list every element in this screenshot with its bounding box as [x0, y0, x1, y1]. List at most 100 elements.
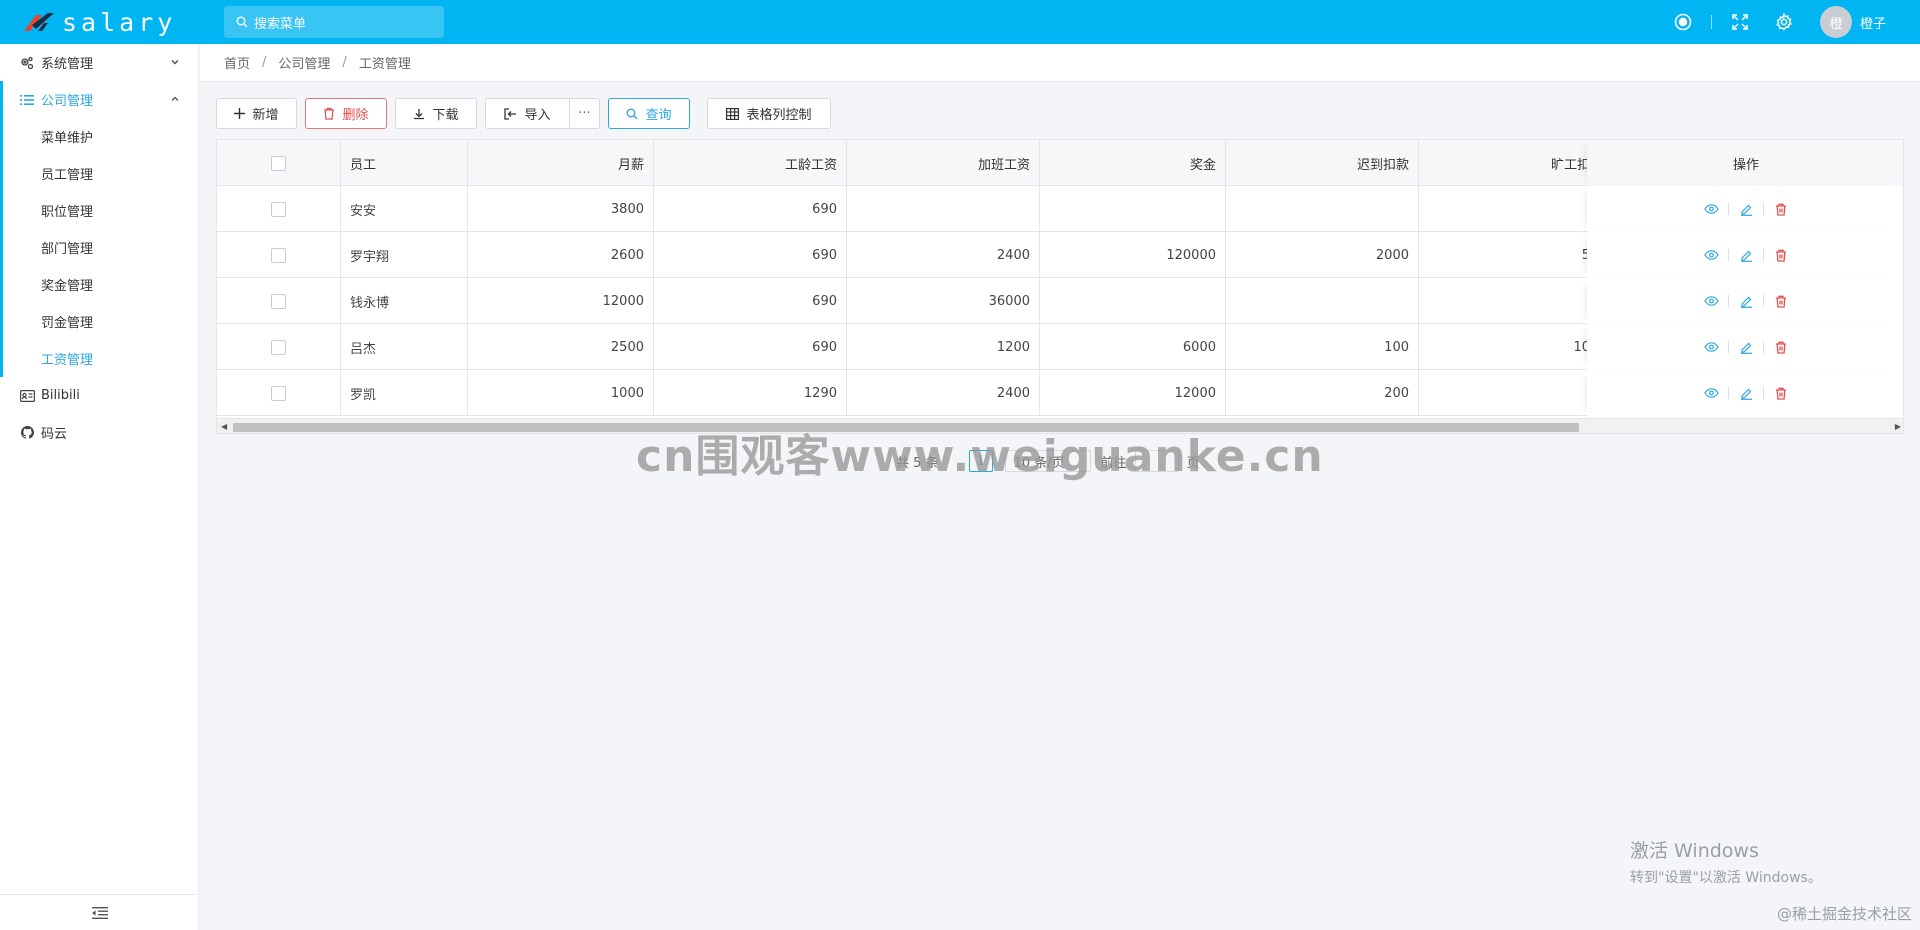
top-header: salary 搜索菜单 橙 橙子	[0, 0, 1920, 44]
table-cell	[1040, 278, 1226, 324]
table-cell: 690	[654, 186, 847, 232]
action-divider	[1728, 295, 1729, 307]
action-divider	[1763, 387, 1764, 399]
query-button[interactable]: 查询	[608, 98, 690, 129]
table-cell	[1226, 278, 1419, 324]
column-header[interactable]: 加班工资	[847, 140, 1040, 186]
delete-button[interactable]: 删除	[305, 98, 387, 129]
windows-activation-subtitle: 转到"设置"以激活 Windows。	[1630, 870, 1822, 886]
edit-icon[interactable]	[1733, 295, 1759, 308]
fullscreen-button[interactable]	[1718, 0, 1762, 44]
sidebar-item-label: 码云	[41, 427, 68, 442]
more-button[interactable]: ···	[570, 98, 600, 129]
view-icon[interactable]	[1698, 388, 1724, 398]
column-control-button[interactable]: 表格列控制	[707, 98, 831, 129]
table-cell: 36000	[847, 278, 1040, 324]
menu-search-input[interactable]: 搜索菜单	[224, 6, 444, 38]
row-checkbox[interactable]	[271, 339, 286, 355]
column-header[interactable]: 工龄工资	[654, 140, 847, 186]
download-button[interactable]: 下载	[395, 98, 477, 129]
table-cell: 1000	[468, 370, 654, 416]
view-icon[interactable]	[1698, 296, 1724, 306]
column-header[interactable]: 员工	[341, 140, 468, 186]
query-button-label: 查询	[645, 108, 672, 123]
column-header[interactable]: 奖金	[1040, 140, 1226, 186]
action-divider	[1728, 249, 1729, 261]
watermark-text: cn围观客www.weiguanke.cn	[636, 431, 1324, 482]
table-cell	[1419, 186, 1599, 232]
import-button[interactable]: 导入	[485, 98, 570, 129]
breadcrumb-home[interactable]: 首页	[224, 53, 250, 72]
sidebar-item-company[interactable]: 公司管理	[0, 81, 198, 118]
app-logo[interactable]: salary	[0, 0, 200, 44]
delete-icon[interactable]	[1768, 249, 1794, 262]
sidebar-subitem-menu-maintain[interactable]: 菜单维护	[0, 118, 198, 155]
breadcrumb-company[interactable]: 公司管理	[278, 53, 330, 72]
sidebar-subitem-salary[interactable]: 工资管理	[0, 340, 198, 377]
view-icon[interactable]	[1698, 250, 1724, 260]
list-icon	[19, 94, 35, 106]
action-divider	[1763, 295, 1764, 307]
row-checkbox[interactable]	[271, 247, 286, 263]
sidebar-item-label: Bilibili	[41, 388, 80, 403]
breadcrumb-current: 工资管理	[358, 57, 411, 72]
add-button[interactable]: 新增	[216, 98, 297, 129]
breadcrumb: 首页 / 公司管理 / 工资管理	[200, 44, 1920, 82]
column-header[interactable]: 月薪	[468, 140, 654, 186]
action-divider	[1763, 203, 1764, 215]
sidebar-subitem-employee[interactable]: 员工管理	[0, 155, 198, 192]
delete-icon[interactable]	[1768, 295, 1794, 308]
column-header[interactable]: 迟到扣款	[1226, 140, 1419, 186]
settings-button[interactable]	[1762, 0, 1806, 44]
sidebar-item-bilibili[interactable]: Bilibili	[0, 377, 198, 414]
salary-table: 员工 月薪 工龄工资 加班工资 奖金 迟到扣款 旷工扣 操作 安安 3800 690…	[216, 139, 1904, 434]
delete-icon[interactable]	[1768, 203, 1794, 216]
table-row: 罗凯 1000 1290 2400 12000 200	[217, 370, 1903, 416]
gear-icon	[1776, 13, 1792, 31]
column-header[interactable]: 旷工扣	[1419, 140, 1599, 186]
edit-icon[interactable]	[1733, 341, 1759, 354]
scroll-right-icon[interactable]: ▶	[1895, 422, 1901, 431]
row-checkbox[interactable]	[271, 293, 286, 309]
sidebar-subitem-department[interactable]: 部门管理	[0, 229, 198, 266]
table-cell	[1226, 186, 1419, 232]
collapse-sidebar-button[interactable]	[0, 894, 199, 930]
row-select-cell	[217, 324, 341, 370]
import-button-label: 导入	[524, 108, 551, 123]
delete-button-label: 删除	[342, 108, 369, 123]
breadcrumb-separator: /	[342, 55, 347, 70]
edit-icon[interactable]	[1733, 203, 1759, 216]
table-cell: 2400	[847, 370, 1040, 416]
table-cell: 1290	[654, 370, 847, 416]
search-icon	[626, 108, 638, 119]
record-button[interactable]	[1661, 0, 1705, 44]
id-card-icon	[19, 389, 35, 402]
sidebar-item-label: 系统管理	[41, 57, 94, 72]
delete-icon[interactable]	[1768, 341, 1794, 354]
edit-icon[interactable]	[1733, 387, 1759, 400]
sidebar-subitem-bonus[interactable]: 奖金管理	[0, 266, 198, 303]
delete-icon[interactable]	[1768, 387, 1794, 400]
sidebar-item-gitee[interactable]: 码云	[0, 414, 198, 451]
header-divider	[1710, 15, 1712, 29]
breadcrumb-separator: /	[262, 55, 267, 70]
sidebar-item-system[interactable]: 系统管理	[0, 44, 198, 81]
sidebar-subitem-position[interactable]: 职位管理	[0, 192, 198, 229]
indent-icon	[91, 906, 108, 919]
action-divider	[1763, 341, 1764, 353]
table-cell: 690	[654, 324, 847, 370]
sidebar-subitem-penalty[interactable]: 罚金管理	[0, 303, 198, 340]
select-all-checkbox[interactable]	[271, 155, 286, 171]
user-menu[interactable]: 橙 橙子	[1819, 6, 1886, 38]
active-menu-indicator	[0, 81, 3, 377]
table-cell	[1419, 278, 1599, 324]
view-icon[interactable]	[1698, 204, 1724, 214]
scroll-left-icon[interactable]: ◀	[221, 422, 227, 431]
row-checkbox[interactable]	[271, 201, 286, 217]
toolbar: 新增 删除 下载 导入 ··· 查询 表格列控制	[216, 98, 839, 129]
view-icon[interactable]	[1698, 342, 1724, 352]
table-cell: 200	[1226, 370, 1419, 416]
edit-icon[interactable]	[1733, 249, 1759, 262]
row-checkbox[interactable]	[271, 385, 286, 401]
action-divider	[1728, 387, 1729, 399]
